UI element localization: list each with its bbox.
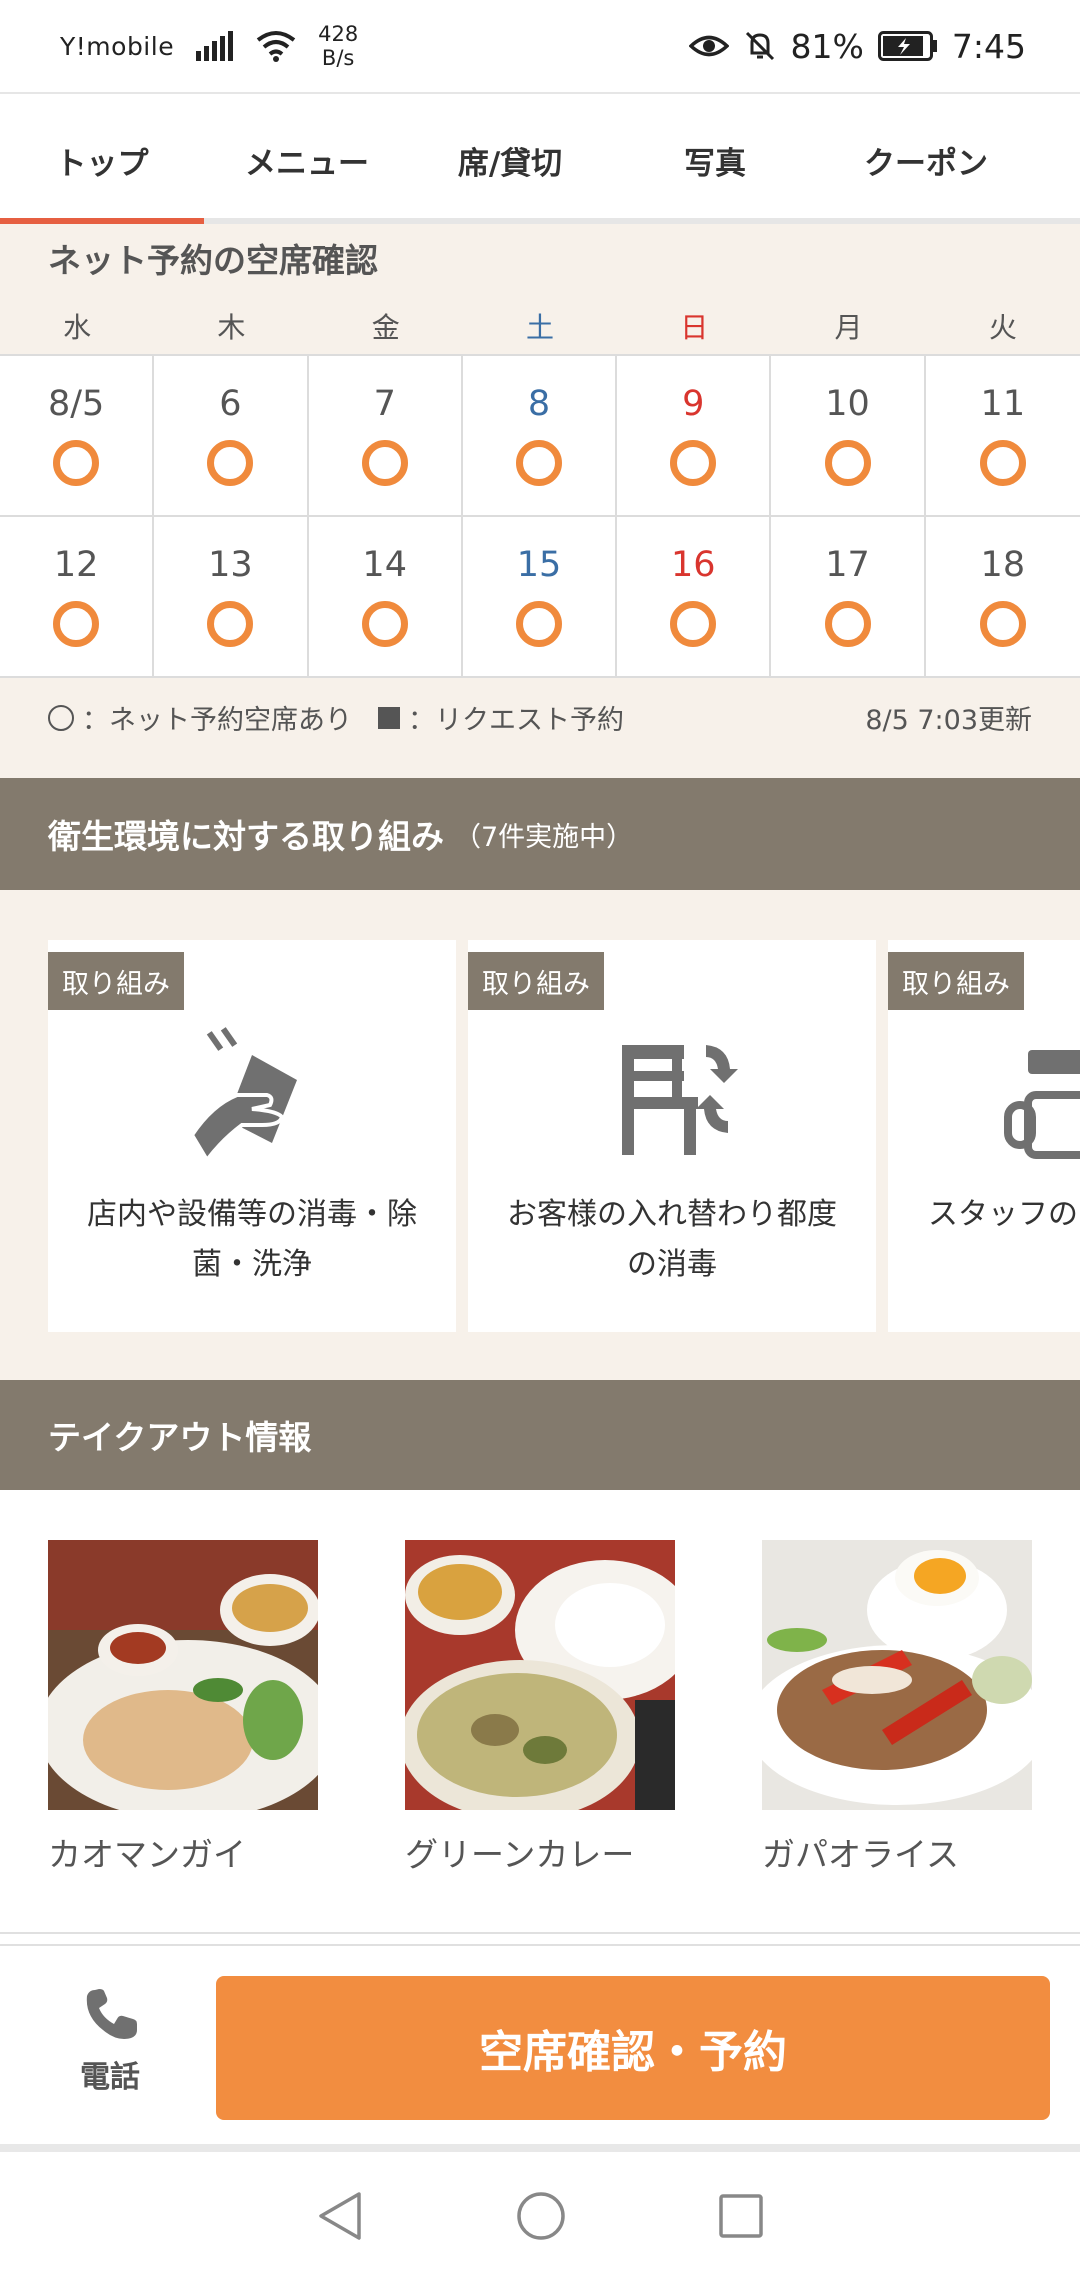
food-image: [405, 1540, 675, 1810]
battery-percent: 81%: [790, 26, 864, 66]
available-circle-icon: [670, 440, 717, 486]
back-icon[interactable]: [315, 2190, 365, 2242]
calendar-day[interactable]: 11: [926, 356, 1080, 515]
square-icon: [378, 706, 400, 729]
calendar-day[interactable]: 10: [771, 356, 926, 515]
bar-shadow: [0, 2144, 1080, 2152]
available-circle-icon: [824, 440, 871, 486]
card-tag: 取り組み: [888, 952, 1024, 1010]
calendar-day[interactable]: 9: [617, 356, 772, 515]
available-circle-icon: [979, 440, 1026, 486]
takeout-item[interactable]: グリーンカレー: [405, 1540, 675, 1876]
food-image: [48, 1540, 318, 1810]
disinfect-icon: [189, 1027, 297, 1164]
clock: 7:45: [951, 26, 1026, 66]
takeout-name: グリーンカレー: [405, 1835, 635, 1874]
hygiene-card[interactable]: 取り組み 店内や設備等の消毒・除菌・洗浄: [48, 940, 456, 1332]
available-circle-icon: [53, 440, 100, 486]
hygiene-carousel[interactable]: 取り組み 店内や設備等の消毒・除菌・洗浄 取り組み お客様の入れ替わり都度の消毒…: [0, 890, 1080, 1380]
calendar-day[interactable]: 14: [309, 517, 463, 676]
tab-top[interactable]: トップ: [0, 94, 204, 226]
chair-swap-icon: [622, 1045, 738, 1155]
available-circle-icon: [361, 601, 408, 647]
availability-calendar: ネット予約の空席確認 水 木 金 土 日 月 火 8/5 6 7 8 9 10 …: [0, 224, 1080, 778]
signal-icon: [196, 31, 234, 61]
divider: [0, 1932, 1080, 1934]
phone-icon: [86, 1989, 137, 2039]
tab-menu[interactable]: メニュー: [204, 94, 410, 226]
card-text: 店内や設備等の消毒・除菌・洗浄: [87, 1197, 417, 1282]
phone-label: 電話: [80, 2060, 140, 2095]
weekday-label: 水: [63, 311, 92, 344]
wifi-icon: [256, 31, 296, 62]
calendar-week: 8/5 6 7 8 9 10 11: [0, 356, 1080, 517]
weekday-label: 月: [834, 311, 863, 344]
available-circle-icon: [53, 601, 100, 647]
hygiene-header: 衛生環境に対する取り組み （7件実施中）: [0, 778, 1080, 890]
weekday-label: 木: [217, 311, 246, 344]
hygiene-card[interactable]: 取り組み お客様の入れ替わり都度の消毒: [468, 940, 876, 1332]
calendar-grid: 8/5 6 7 8 9 10 11 12 13 14 15 16 17 18: [0, 354, 1080, 678]
system-nav-bar: [0, 2152, 1080, 2280]
circle-icon: [48, 704, 74, 731]
available-circle-icon: [515, 601, 562, 647]
card-tag: 取り組み: [468, 952, 604, 1010]
weekday-label: 土: [525, 311, 554, 344]
weekday-header: 水 木 金 土 日 月 火: [0, 306, 1080, 346]
available-circle-icon: [670, 601, 717, 647]
calendar-day[interactable]: 13: [154, 517, 309, 676]
calendar-legend: ：ネット予約空席あり ：リクエスト予約: [48, 698, 624, 737]
calendar-day[interactable]: 8/5: [0, 356, 155, 515]
available-circle-icon: [207, 601, 254, 647]
phone-button[interactable]: 電話: [40, 1986, 180, 2126]
bottom-action-bar: 電話 空席確認・予約: [0, 1944, 1080, 2144]
card-text: お客様の入れ替わり都度の消毒: [507, 1197, 837, 1282]
available-circle-icon: [207, 440, 254, 486]
takeout-item[interactable]: ガパオライス: [762, 1540, 1032, 1876]
tab-photos[interactable]: 写真: [610, 94, 820, 226]
food-image: [762, 1540, 1032, 1810]
tab-bar: トップ メニュー 席/貸切 写真 クーポン: [0, 92, 1080, 226]
eye-icon: [688, 35, 729, 57]
network-speed: 428 B/s: [318, 22, 359, 70]
calendar-day[interactable]: 18: [926, 517, 1080, 676]
carrier-label: Y!mobile: [60, 31, 175, 61]
calendar-title: ネット予約の空席確認: [48, 241, 378, 280]
weekday-label: 金: [371, 311, 400, 344]
mute-bell-icon: [745, 31, 774, 61]
weekday-label: 火: [988, 311, 1017, 344]
takeout-name: カオマンガイ: [48, 1835, 246, 1874]
reserve-button[interactable]: 空席確認・予約: [216, 1976, 1050, 2120]
calendar-day[interactable]: 15: [463, 517, 618, 676]
takeout-list: カオマンガイ グリーンカレー ガパオライス: [0, 1490, 1080, 1940]
takeout-item[interactable]: カオマンガイ: [48, 1540, 318, 1876]
status-bar: Y!mobile 428 B/s 81% 7:45: [0, 0, 1080, 92]
tab-coupons[interactable]: クーポン: [820, 94, 1032, 226]
tab-seats[interactable]: 席/貸切: [410, 94, 610, 226]
home-icon[interactable]: [515, 2190, 567, 2242]
recents-icon[interactable]: [717, 2192, 765, 2240]
calendar-day[interactable]: 6: [154, 356, 309, 515]
calendar-week: 12 13 14 15 16 17 18: [0, 517, 1080, 678]
takeout-name: ガパオライス: [762, 1835, 960, 1874]
available-circle-icon: [361, 440, 408, 486]
card-tag: 取り組み: [48, 952, 184, 1010]
available-circle-icon: [515, 440, 562, 486]
staff-icon: [1004, 1050, 1080, 1159]
weekday-label: 日: [680, 311, 709, 344]
hygiene-card[interactable]: 取り組み スタッフの: [888, 940, 1080, 1332]
available-circle-icon: [824, 601, 871, 647]
calendar-day[interactable]: 8: [463, 356, 618, 515]
available-circle-icon: [979, 601, 1026, 647]
calendar-day[interactable]: 7: [309, 356, 463, 515]
calendar-day[interactable]: 12: [0, 517, 155, 676]
card-text: スタッフの: [928, 1197, 1078, 1232]
calendar-day[interactable]: 16: [617, 517, 772, 676]
takeout-header: テイクアウト情報: [0, 1380, 1080, 1490]
battery-icon: [877, 31, 937, 61]
calendar-day[interactable]: 17: [771, 517, 926, 676]
calendar-updated-time: 8/5 7:03更新: [865, 705, 1032, 736]
